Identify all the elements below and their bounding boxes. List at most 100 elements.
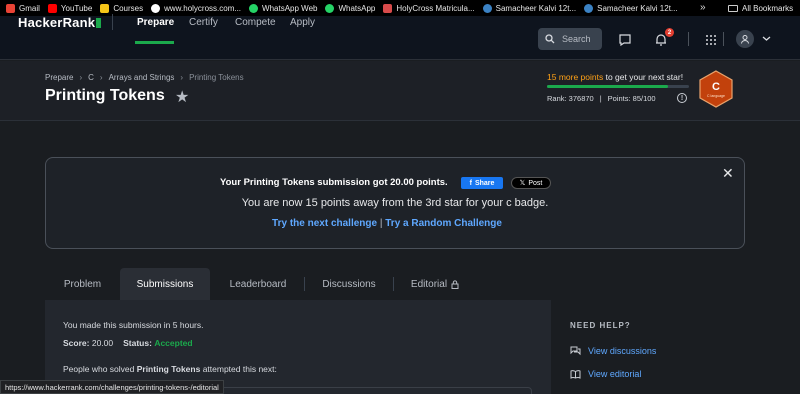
challenge-name: Printing Tokens [136, 364, 201, 374]
page-title: Printing Tokens [45, 87, 165, 104]
c-badge-icon[interactable]: C C language [697, 70, 735, 108]
tab-editorial[interactable]: Editorial [394, 268, 476, 300]
nav-prepare[interactable]: Prepare [137, 17, 174, 28]
bookmark-label: HolyCross Matricula... [396, 3, 475, 13]
close-icon[interactable]: ✕ [722, 165, 734, 182]
help-label: View editorial [588, 369, 642, 379]
avatar[interactable] [736, 30, 754, 48]
next-prefix: People who solved [63, 364, 137, 374]
share-label: Share [474, 179, 495, 187]
chat-icon[interactable] [618, 33, 632, 47]
breadcrumb-c[interactable]: C [88, 73, 94, 82]
view-discussions-link[interactable]: View discussions [570, 346, 656, 356]
globe-icon [151, 3, 161, 13]
all-bookmarks-label: All Bookmarks [742, 3, 794, 13]
nav-certify[interactable]: Certify [189, 17, 218, 28]
score-label: Score: [63, 338, 90, 348]
youtube-icon [47, 3, 57, 13]
bookmark-label: YouTube [60, 3, 93, 13]
tab-label: Problem [63, 278, 102, 290]
lock-icon [451, 279, 459, 289]
star-progress-message: You are now 15 points away from the 3rd … [241, 197, 549, 209]
chevron-right-icon: › [79, 73, 83, 82]
chevron-right-icon: › [99, 73, 103, 82]
score-value: 20.00 [91, 338, 114, 348]
rank-divider: | [599, 94, 602, 103]
discussion-icon [570, 346, 581, 356]
star-progress-bar [547, 85, 689, 88]
tab-submissions[interactable]: Submissions [120, 268, 210, 300]
bookmark-courses[interactable]: Courses [100, 3, 144, 13]
status: Status: Accepted [123, 338, 192, 348]
whatsapp-icon [249, 3, 259, 13]
user-icon [741, 35, 749, 44]
tab-discussions[interactable]: Discussions [305, 268, 393, 300]
x-logo-icon: 𝕏 [519, 180, 526, 187]
score: Score: 20.00 [63, 338, 113, 348]
status-bar-url: https://www.hackerrank.com/challenges/pr… [0, 380, 224, 394]
status-badge: Accepted [154, 338, 193, 348]
bookmark-whatsapp[interactable]: WhatsApp [325, 3, 376, 13]
badge-letter: C [712, 81, 720, 93]
bookmark-label: Samacheer Kalvi 12t... [495, 3, 577, 13]
bookmark-label: WhatsApp [338, 3, 376, 13]
school-icon [383, 3, 393, 13]
breadcrumb-prepare[interactable]: Prepare [45, 73, 73, 82]
submission-time-text: You made this submission in 5 hours. [63, 320, 204, 330]
nav-divider [723, 32, 724, 46]
all-bookmarks-button[interactable]: All Bookmarks [728, 0, 793, 16]
top-navigation [0, 16, 800, 60]
bookmark-samacheer-1[interactable]: Samacheer Kalvi 12t... [482, 3, 577, 13]
folder-icon [728, 4, 738, 12]
nav-apply[interactable]: Apply [290, 17, 315, 28]
next-challenge-link[interactable]: Try the next challenge [272, 218, 377, 229]
next-attempted-text: People who solved Printing Tokens attemp… [63, 364, 277, 374]
recommended-challenge-card[interactable] [220, 387, 532, 394]
more-bookmarks-button[interactable]: » [700, 2, 706, 13]
tab-label: Editorial [410, 278, 448, 290]
bookmark-label: Gmail [19, 3, 40, 13]
nav-divider [112, 14, 113, 30]
nav-divider [688, 32, 689, 46]
star-progress-fill [547, 85, 668, 88]
facebook-share-button[interactable]: f Share [461, 177, 503, 189]
bookmark-holycross-site[interactable]: www.holycross.com... [151, 3, 241, 13]
random-challenge-link[interactable]: Try a Random Challenge [385, 218, 502, 229]
help-label: View discussions [588, 346, 657, 356]
wordpress-icon [584, 3, 594, 13]
chevron-right-icon: › [180, 73, 184, 82]
tab-leaderboard[interactable]: Leaderboard [212, 268, 304, 300]
tab-problem[interactable]: Problem [45, 268, 120, 300]
breadcrumb-current: Printing Tokens [189, 73, 244, 82]
bookmark-label: Samacheer Kalvi 12t... [597, 3, 678, 13]
bookmark-label: Courses [113, 3, 144, 13]
status-label: Status: [123, 338, 152, 348]
bookmark-label: WhatsApp Web [262, 3, 318, 13]
need-help-heading: NEED HELP? [570, 321, 631, 330]
submission-result-text: Your Printing Tokens submission got 20.0… [220, 177, 448, 188]
courses-icon [100, 3, 110, 13]
rank-value: Rank: 376870 [547, 94, 594, 103]
nav-compete[interactable]: Compete [235, 17, 276, 28]
facebook-icon: f [469, 179, 472, 187]
breadcrumb-arrays-strings[interactable]: Arrays and Strings [109, 73, 175, 82]
bookmark-samacheer-2[interactable]: Samacheer Kalvi 12t... [584, 3, 678, 13]
tab-label: Leaderboard [229, 278, 287, 290]
hackerrank-logo[interactable]: HackerRank [18, 15, 102, 30]
breadcrumb: Prepare › C › Arrays and Strings › Print… [45, 73, 244, 82]
points-message-rest: to get your next star! [603, 72, 684, 82]
bookmark-gmail[interactable]: Gmail [6, 3, 40, 13]
x-post-button[interactable]: 𝕏 Post [511, 177, 551, 189]
chevron-down-icon[interactable] [762, 35, 771, 42]
view-editorial-link[interactable]: View editorial [570, 369, 641, 379]
whatsapp-icon [325, 3, 335, 13]
bookmark-holycross-matric[interactable]: HolyCross Matricula... [383, 3, 475, 13]
apps-grid-icon[interactable] [704, 33, 718, 47]
bookmarks-bar: Gmail YouTube Courses www.holycross.com.… [0, 0, 800, 16]
bookmark-star-icon[interactable]: ★ [175, 87, 189, 107]
book-icon [570, 370, 581, 379]
bookmark-youtube[interactable]: YouTube [47, 3, 93, 13]
info-icon[interactable]: ! [677, 93, 687, 103]
bookmark-whatsapp-web[interactable]: WhatsApp Web [249, 3, 318, 13]
search-button[interactable]: Search [538, 28, 602, 50]
